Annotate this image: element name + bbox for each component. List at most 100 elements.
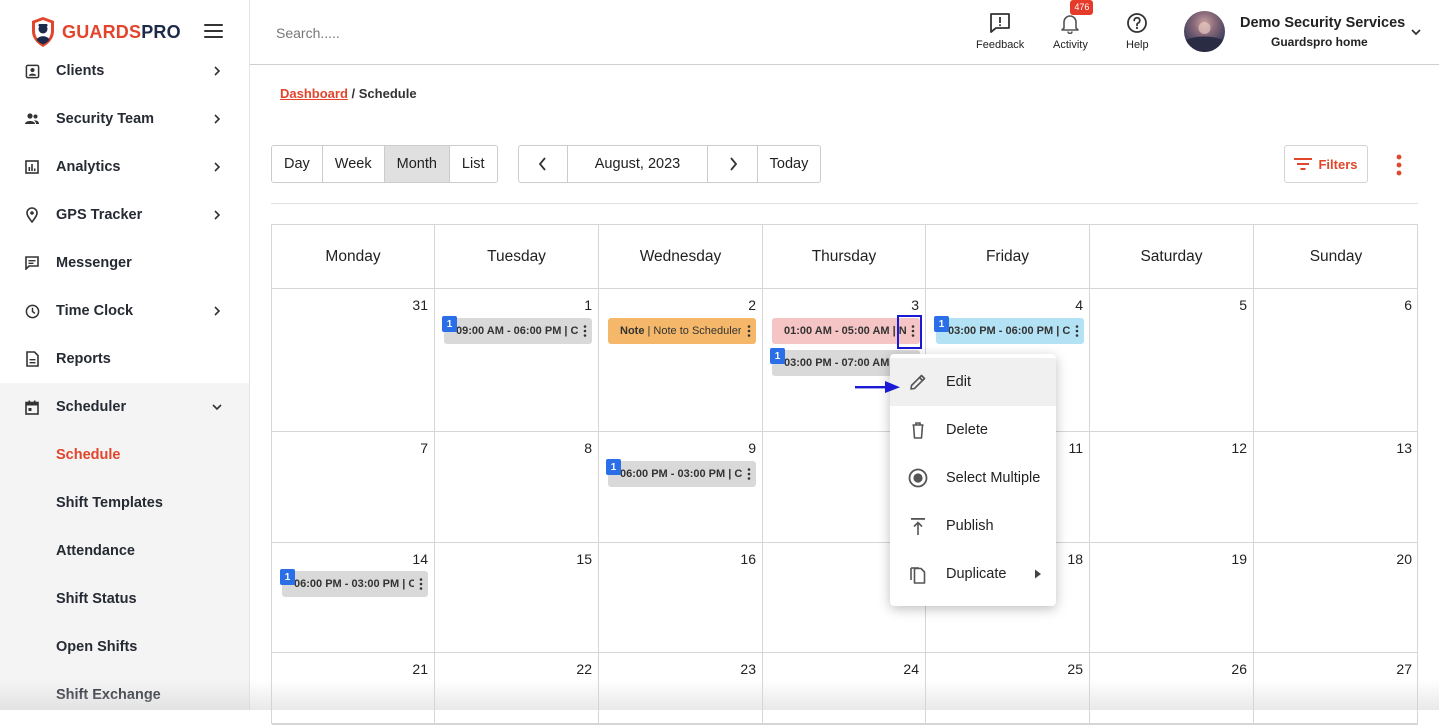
publish-icon bbox=[911, 518, 925, 535]
day-cell[interactable]: 31 bbox=[272, 289, 435, 432]
sidebar-item-clients[interactable]: Clients bbox=[0, 47, 249, 95]
location-pin-icon bbox=[24, 207, 40, 223]
sidebar-item-scheduler[interactable]: Scheduler bbox=[0, 383, 249, 431]
pencil-icon bbox=[910, 374, 926, 390]
menu-item-edit[interactable]: Edit bbox=[890, 358, 1056, 406]
day-cell[interactable]: 15 bbox=[435, 543, 599, 653]
day-cell[interactable]: 9 bbox=[599, 432, 763, 543]
sidebar-item-reports[interactable]: Reports bbox=[0, 335, 249, 383]
day-number: 12 bbox=[1231, 440, 1247, 456]
day-number: 16 bbox=[740, 551, 756, 567]
search-input[interactable] bbox=[276, 22, 576, 44]
day-cell[interactable]: 8 bbox=[435, 432, 599, 543]
clients-icon bbox=[24, 63, 40, 79]
event-menu-icon[interactable] bbox=[1075, 324, 1079, 338]
note-event[interactable]: Note | Note to Scheduler bbox=[608, 318, 756, 344]
sidebar-subitem-shift-exchange[interactable]: Shift Exchange bbox=[0, 671, 249, 710]
chevron-down-icon[interactable] bbox=[1410, 27, 1422, 37]
day-cell[interactable]: 5 bbox=[1090, 289, 1254, 432]
menu-item-select-multiple[interactable]: Select Multiple bbox=[890, 454, 1056, 502]
sidebar-subitem-shift-templates[interactable]: Shift Templates bbox=[0, 479, 249, 527]
day-cell[interactable]: 26 bbox=[1090, 653, 1254, 725]
day-cell[interactable]: 20 bbox=[1254, 543, 1418, 653]
day-cell[interactable]: 27 bbox=[1254, 653, 1418, 725]
help-label: Help bbox=[1126, 39, 1149, 51]
activity-button[interactable]: 476 Activity bbox=[1053, 0, 1094, 60]
sidebar-item-analytics[interactable]: Analytics bbox=[0, 143, 249, 191]
top-bar: Feedback 476 Activity Help Demo Security… bbox=[250, 0, 1439, 65]
month-calendar: Monday Tuesday Wednesday Thursday Friday… bbox=[271, 224, 1418, 725]
shift-event-text: 03:00 PM - 07:00 AM bbox=[784, 357, 890, 369]
help-button[interactable]: Help bbox=[1126, 12, 1149, 60]
chevron-right-icon bbox=[214, 66, 221, 76]
day-cell[interactable]: 21 bbox=[272, 653, 435, 725]
shift-event-text: 06:00 PM - 03:00 PM | C bbox=[294, 578, 414, 590]
sidebar-item-label: Security Team bbox=[56, 111, 155, 127]
day-cell[interactable]: 13 bbox=[1254, 432, 1418, 543]
event-menu-icon[interactable] bbox=[747, 324, 751, 338]
menu-item-delete[interactable]: Delete bbox=[890, 406, 1056, 454]
shift-event[interactable]: 06:00 PM - 03:00 PM | C bbox=[282, 571, 428, 597]
day-cell[interactable]: 19 bbox=[1090, 543, 1254, 653]
menu-item-publish[interactable]: Publish bbox=[890, 502, 1056, 550]
filters-button[interactable]: Filters bbox=[1284, 145, 1368, 183]
day-cell[interactable]: 25 bbox=[926, 653, 1090, 725]
sidebar-subitem-label: Schedule bbox=[56, 447, 121, 463]
day-number: 3 bbox=[911, 297, 919, 313]
chevron-right-icon bbox=[729, 157, 737, 171]
previous-month-button[interactable] bbox=[519, 146, 568, 182]
view-month-button[interactable]: Month bbox=[384, 146, 450, 182]
shift-event-text: 01:00 AM - 05:00 AM | N bbox=[784, 325, 906, 337]
day-cell[interactable]: 2 bbox=[599, 289, 763, 432]
day-cell[interactable]: 24 bbox=[763, 653, 926, 725]
view-week-button[interactable]: Week bbox=[322, 146, 385, 182]
event-menu-highlight bbox=[897, 315, 922, 349]
sidebar-subitem-schedule[interactable]: Schedule bbox=[0, 431, 249, 479]
next-month-button[interactable] bbox=[708, 146, 758, 182]
hamburger-menu-icon[interactable] bbox=[204, 24, 223, 39]
day-cell[interactable]: 16 bbox=[599, 543, 763, 653]
menu-item-label: Publish bbox=[946, 518, 994, 534]
feedback-button[interactable]: Feedback bbox=[976, 12, 1024, 60]
menu-item-label: Duplicate bbox=[946, 566, 1007, 582]
breadcrumb-separator: / bbox=[347, 86, 359, 101]
shift-event[interactable]: 03:00 PM - 06:00 PM | C bbox=[936, 318, 1084, 344]
bell-icon bbox=[1061, 15, 1080, 35]
sidebar-item-gps-tracker[interactable]: GPS Tracker bbox=[0, 191, 249, 239]
shift-event[interactable]: 09:00 AM - 06:00 PM | C bbox=[444, 318, 592, 344]
menu-item-label: Select Multiple bbox=[946, 470, 1041, 486]
day-number: 24 bbox=[903, 661, 919, 677]
sidebar-subitem-shift-status[interactable]: Shift Status bbox=[0, 575, 249, 623]
breadcrumb-dashboard-link[interactable]: Dashboard bbox=[280, 86, 348, 101]
submenu-arrow-icon bbox=[1035, 569, 1041, 579]
event-menu-icon[interactable] bbox=[747, 467, 751, 481]
day-cell[interactable]: 6 bbox=[1254, 289, 1418, 432]
day-cell[interactable]: 23 bbox=[599, 653, 763, 725]
today-button[interactable]: Today bbox=[758, 146, 820, 182]
sidebar-subitem-attendance[interactable]: Attendance bbox=[0, 527, 249, 575]
chat-icon bbox=[24, 255, 40, 271]
breadcrumb: Dashboard / Schedule bbox=[280, 86, 417, 101]
event-menu-icon[interactable] bbox=[419, 577, 423, 591]
guardspro-logo[interactable]: GUARDSPRO bbox=[30, 16, 181, 48]
view-day-button[interactable]: Day bbox=[272, 146, 323, 182]
day-cell[interactable]: 1 bbox=[435, 289, 599, 432]
shift-event[interactable]: 06:00 PM - 03:00 PM | C bbox=[608, 461, 756, 487]
avatar[interactable] bbox=[1184, 11, 1225, 52]
sidebar-subitem-open-shifts[interactable]: Open Shifts bbox=[0, 623, 249, 671]
chevron-right-icon bbox=[214, 306, 221, 316]
sidebar-subitem-label: Shift Templates bbox=[56, 495, 163, 511]
event-menu-icon[interactable] bbox=[583, 324, 587, 338]
more-options-icon[interactable] bbox=[1391, 152, 1407, 178]
day-number: 22 bbox=[576, 661, 592, 677]
sidebar-item-security-team[interactable]: Security Team bbox=[0, 95, 249, 143]
day-cell[interactable]: 22 bbox=[435, 653, 599, 725]
sidebar-item-messenger[interactable]: Messenger bbox=[0, 239, 249, 287]
menu-item-duplicate[interactable]: Duplicate bbox=[890, 550, 1056, 598]
day-cell[interactable]: 12 bbox=[1090, 432, 1254, 543]
day-cell[interactable]: 7 bbox=[272, 432, 435, 543]
day-cell[interactable]: 14 bbox=[272, 543, 435, 653]
view-list-button[interactable]: List bbox=[449, 146, 497, 182]
shift-count-badge: 1 bbox=[442, 316, 457, 332]
sidebar-item-time-clock[interactable]: Time Clock bbox=[0, 287, 249, 335]
